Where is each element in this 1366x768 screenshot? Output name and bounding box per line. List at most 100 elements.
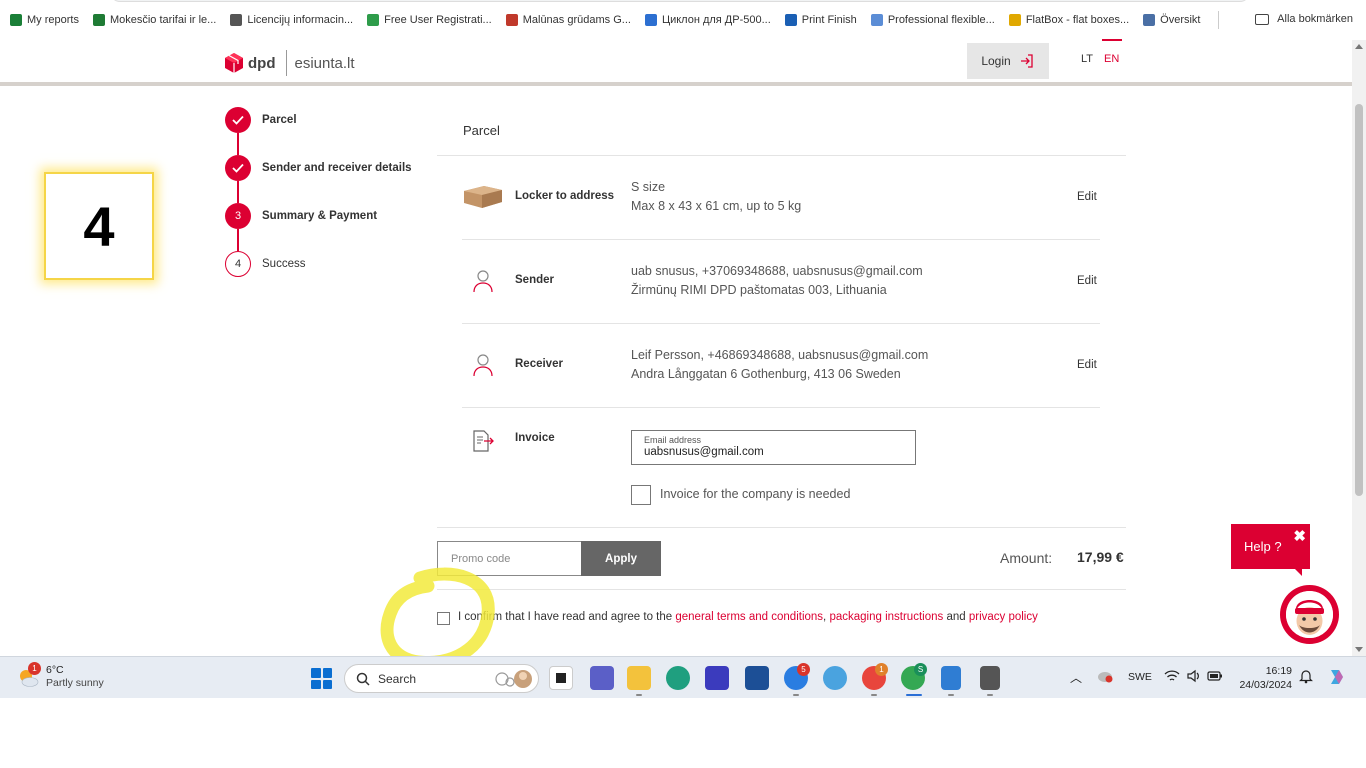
security-tray-icon[interactable] — [1097, 669, 1113, 686]
mail-badge: 5 — [797, 663, 810, 676]
windows-start-icon[interactable] — [311, 668, 332, 689]
search-highlight-icon — [495, 670, 532, 688]
bookmark-item[interactable]: Malūnas grūdams G... — [505, 14, 631, 26]
ko-logo-icon — [10, 14, 22, 26]
help-chat-bubble[interactable]: Help ? ✖ — [1231, 524, 1310, 569]
all-bookmarks-button[interactable]: Alla bokmärken — [1255, 13, 1353, 25]
bookmark-item[interactable]: FlatBox - flat boxes... — [1008, 14, 1129, 26]
globe-icon — [230, 14, 243, 26]
weather-badge: 1 — [28, 662, 41, 675]
store-icon[interactable] — [745, 666, 769, 690]
terms-consent-text: I confirm that I have read and agree to … — [458, 611, 1038, 623]
amount-value: 17,99 € — [1077, 549, 1124, 565]
system-clock[interactable]: 16:19 24/03/2024 — [1236, 664, 1292, 692]
bookmark-item[interactable]: Циклон для ДР-500... — [644, 14, 771, 26]
bookmark-item[interactable]: Professional flexible... — [870, 14, 995, 26]
step-2[interactable]: Sender and receiver details — [225, 155, 412, 181]
notification-bell-icon[interactable] — [1298, 668, 1314, 687]
edge-icon[interactable] — [666, 666, 690, 690]
bookmark-label: Översikt — [1160, 14, 1201, 26]
company-invoice-label[interactable]: Invoice for the company is needed — [660, 487, 850, 501]
site-name: esiunta.lt — [294, 54, 355, 72]
stepper-connector — [237, 229, 239, 251]
task-view-icon[interactable] — [549, 666, 573, 690]
tray-overflow-chevron-icon[interactable]: ︿ — [1070, 669, 1082, 686]
search-icon — [356, 672, 370, 686]
lang-en-link[interactable]: EN — [1104, 53, 1119, 65]
sender-details: uab snusus, +37069348688, uabsnusus@gmai… — [631, 262, 923, 300]
all-bookmarks-label: Alla bokmärken — [1277, 13, 1353, 25]
divider — [462, 407, 1100, 408]
packaging-instructions-link[interactable]: packaging instructions — [829, 611, 943, 623]
step-check-icon — [225, 107, 251, 133]
copilot-icon[interactable] — [1327, 667, 1347, 690]
battery-icon[interactable] — [1207, 670, 1223, 685]
login-button[interactable]: Login — [967, 43, 1049, 79]
invoice-email-field[interactable]: Email address uabsnusus@gmail.com — [631, 430, 916, 465]
stepper-connector — [237, 181, 239, 203]
bookmarks-separator — [1218, 11, 1220, 29]
wifi-icon[interactable] — [1164, 669, 1180, 686]
bookmark-item[interactable]: Print Finish — [784, 14, 857, 26]
file-explorer-icon[interactable] — [627, 666, 651, 690]
screen: My reports Mokesčio tarifai ir le... Licen… — [0, 0, 1366, 768]
parcel-size: S size — [631, 180, 666, 194]
bookmark-item[interactable]: Översikt — [1143, 14, 1200, 26]
bookmark-item[interactable]: My reports — [10, 14, 79, 26]
parcel-box-icon — [464, 186, 502, 208]
bookmark-item[interactable]: Mokesčio tarifai ir le... — [92, 14, 217, 26]
sketch-app-icon[interactable] — [705, 666, 729, 690]
bookmark-label: Licencijų informacin... — [247, 14, 354, 26]
step-label: Parcel — [262, 114, 297, 126]
help-bot-avatar[interactable] — [1280, 585, 1339, 644]
print-finish-icon — [784, 14, 797, 26]
scroll-thumb[interactable] — [1355, 104, 1363, 496]
dpd-cube-icon — [225, 53, 243, 73]
general-terms-link[interactable]: general terms and conditions — [675, 611, 823, 623]
edit-receiver-link[interactable]: Edit — [1077, 359, 1097, 371]
scroll-up-arrow-icon[interactable] — [1355, 44, 1363, 49]
step-label: Sender and receiver details — [262, 162, 412, 174]
receiver-address: Andra Långgatan 6 Gothenburg, 413 06 Swe… — [631, 367, 901, 381]
sender-address: Žirmūnų RIMI DPD paštomatas 003, Lithuan… — [631, 283, 887, 297]
weather-text: 6°C Partly sunny — [46, 664, 104, 690]
apply-promo-button[interactable]: Apply — [581, 541, 661, 576]
brand-name: dpd — [248, 54, 276, 72]
bookmark-item[interactable]: Free User Registrati... — [367, 14, 492, 26]
step-check-icon — [225, 155, 251, 181]
clock-time: 16:19 — [1265, 665, 1292, 677]
lang-active-indicator — [1102, 39, 1122, 41]
taskbar-search-box[interactable]: Search — [344, 664, 539, 693]
page-scrollbar[interactable] — [1352, 40, 1366, 656]
help-close-icon[interactable]: ✖ — [1293, 527, 1306, 545]
windows-taskbar: 1 6°C Partly sunny Search 5 1 S ︿ SWE 16… — [0, 656, 1366, 698]
notepad-icon[interactable] — [941, 666, 961, 690]
step-1[interactable]: Parcel — [225, 107, 297, 133]
running-indicator — [636, 694, 642, 696]
tutorial-step-badge: 4 — [44, 172, 154, 280]
edit-parcel-link[interactable]: Edit — [1077, 191, 1097, 203]
bookmark-label: Mokesčio tarifai ir le... — [109, 14, 217, 26]
weather-widget[interactable]: 1 6°C Partly sunny — [16, 662, 104, 690]
edit-sender-link[interactable]: Edit — [1077, 275, 1097, 287]
keyboard-language[interactable]: SWE — [1128, 671, 1152, 683]
step-3: 3 Summary & Payment — [225, 203, 377, 229]
amount-label: Amount: — [1000, 550, 1053, 566]
terms-and: and — [946, 611, 966, 623]
site-header: dpd esiunta.lt Login LT EN — [0, 39, 1352, 86]
lang-lt-link[interactable]: LT — [1081, 53, 1093, 65]
bookmark-label: Print Finish — [801, 14, 857, 26]
calculator-icon[interactable] — [980, 666, 1000, 690]
dpd-logo[interactable]: dpd esiunta.lt — [224, 50, 355, 76]
scroll-down-arrow-icon[interactable] — [1355, 647, 1363, 652]
overview-icon — [1143, 14, 1156, 26]
summary-title: Parcel — [463, 123, 500, 138]
bookmark-item[interactable]: Licencijų informacin... — [230, 14, 353, 26]
company-invoice-checkbox[interactable] — [631, 485, 651, 505]
privacy-policy-link[interactable]: privacy policy — [969, 611, 1038, 623]
volume-icon[interactable] — [1186, 669, 1202, 686]
teams-icon[interactable] — [590, 666, 614, 690]
parcel-dimensions: Max 8 x 43 x 61 cm, up to 5 kg — [631, 199, 802, 213]
bookmark-label: Malūnas grūdams G... — [522, 14, 631, 26]
paint-icon[interactable] — [823, 666, 847, 690]
